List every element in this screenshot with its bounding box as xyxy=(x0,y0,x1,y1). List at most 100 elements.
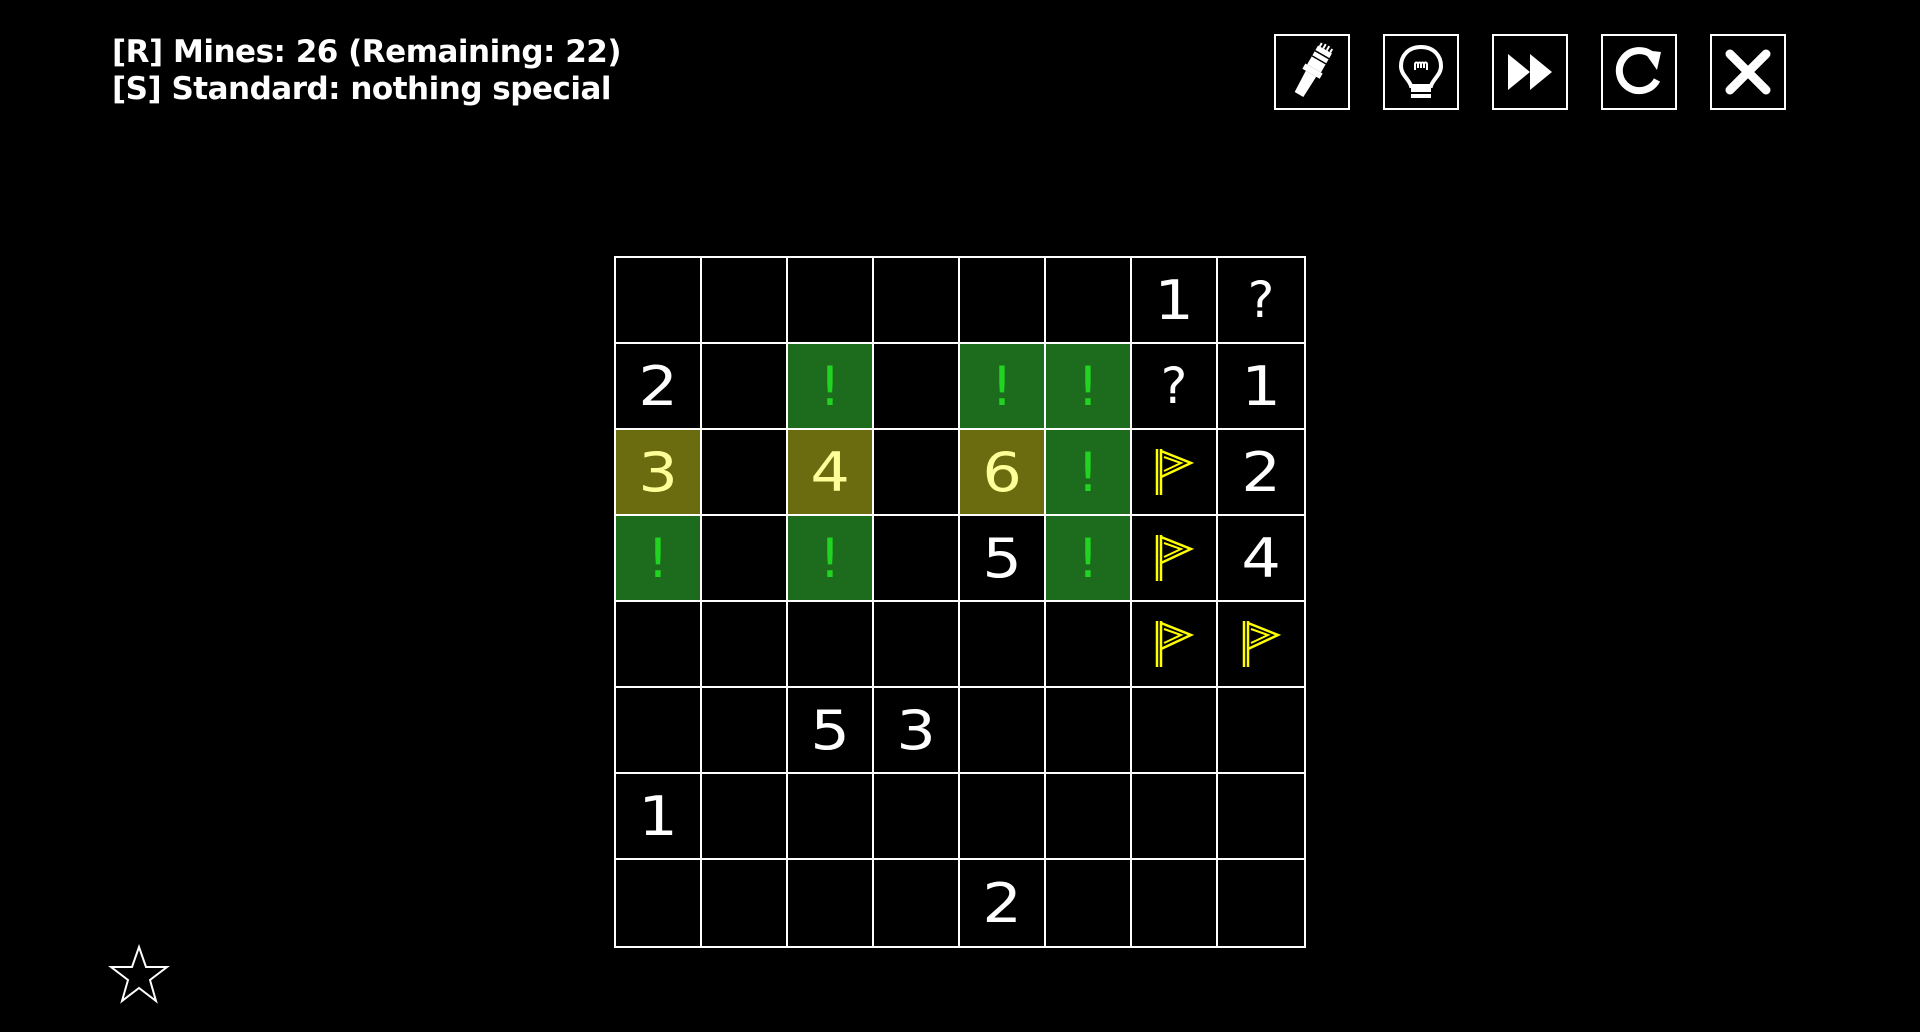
board-cell[interactable]: ! xyxy=(960,344,1046,430)
game-info: [R] Mines: 26 (Remaining: 22) [S] Standa… xyxy=(112,34,622,108)
board-cell[interactable]: 5 xyxy=(960,516,1046,602)
board-cell[interactable] xyxy=(788,602,874,688)
board-cell[interactable] xyxy=(874,602,960,688)
board-cell[interactable] xyxy=(1218,688,1304,774)
board-cell[interactable] xyxy=(1132,430,1218,516)
cell-number: 4 xyxy=(1241,526,1281,590)
fast-forward-icon xyxy=(1508,54,1552,90)
cell-mark: ! xyxy=(1077,354,1099,418)
cell-number: 1 xyxy=(638,784,678,848)
board-cell[interactable] xyxy=(874,516,960,602)
rule-description-text: [S] Standard: nothing special xyxy=(112,71,612,107)
cell-mark: ! xyxy=(819,526,841,590)
board-cell[interactable] xyxy=(702,258,788,344)
board-cell[interactable] xyxy=(1046,688,1132,774)
board-cell[interactable]: ! xyxy=(788,344,874,430)
board-cell[interactable]: ? xyxy=(1218,258,1304,344)
board-cell[interactable] xyxy=(702,344,788,430)
board-cell[interactable]: 1 xyxy=(616,774,702,860)
cell-number: 3 xyxy=(896,698,936,762)
cell-mark: ! xyxy=(1077,440,1099,504)
close-icon xyxy=(1725,49,1771,95)
board-cell[interactable] xyxy=(788,860,874,946)
board-cell[interactable] xyxy=(1218,602,1304,688)
board-cell[interactable] xyxy=(1132,602,1218,688)
board-cell[interactable]: 6 xyxy=(960,430,1046,516)
board-cell[interactable] xyxy=(960,774,1046,860)
board-cell[interactable] xyxy=(616,860,702,946)
cell-number: 2 xyxy=(982,871,1022,935)
board-cell[interactable] xyxy=(702,602,788,688)
board-cell[interactable]: 5 xyxy=(788,688,874,774)
star-icon[interactable] xyxy=(108,944,170,1004)
board-cell[interactable]: ? xyxy=(1132,344,1218,430)
cell-mark: ! xyxy=(991,354,1013,418)
cell-number: 2 xyxy=(1241,440,1281,504)
board-cell[interactable] xyxy=(874,344,960,430)
board-cell[interactable] xyxy=(702,430,788,516)
board-cell[interactable] xyxy=(788,258,874,344)
hint-button[interactable] xyxy=(1383,34,1459,110)
restart-icon xyxy=(1615,47,1661,95)
board-cell[interactable] xyxy=(1132,688,1218,774)
board-cell[interactable]: ! xyxy=(788,516,874,602)
skip-button[interactable] xyxy=(1492,34,1568,110)
flag-icon xyxy=(1155,535,1195,581)
board-cell[interactable] xyxy=(616,688,702,774)
board-cell[interactable] xyxy=(960,688,1046,774)
board-cell[interactable]: 4 xyxy=(788,430,874,516)
board-cell[interactable]: ! xyxy=(1046,430,1132,516)
board-cell[interactable] xyxy=(874,258,960,344)
board-cell[interactable]: 2 xyxy=(1218,430,1304,516)
board-cell[interactable]: 2 xyxy=(616,344,702,430)
board-cell[interactable] xyxy=(1046,602,1132,688)
board-cell[interactable] xyxy=(702,860,788,946)
restart-button[interactable] xyxy=(1601,34,1677,110)
board-cell[interactable] xyxy=(874,860,960,946)
close-button[interactable] xyxy=(1710,34,1786,110)
minesweeper-board: 1? 2!!!? 1 3 4 6! 2!! 5! 4 5 3 1 2 xyxy=(614,256,1306,948)
board-cell[interactable] xyxy=(1218,774,1304,860)
board-cell[interactable]: ! xyxy=(616,516,702,602)
brush-button[interactable] xyxy=(1274,34,1350,110)
board-cell[interactable] xyxy=(960,602,1046,688)
board-cell[interactable]: 1 xyxy=(1218,344,1304,430)
board-cell[interactable] xyxy=(960,258,1046,344)
board-cell[interactable] xyxy=(1132,774,1218,860)
flag-icon xyxy=(1242,621,1282,667)
board-cell[interactable] xyxy=(1132,860,1218,946)
cell-question-mark: ? xyxy=(1160,357,1188,415)
cell-number: 5 xyxy=(810,698,850,762)
board-cell[interactable] xyxy=(1046,258,1132,344)
cell-number: 5 xyxy=(982,526,1022,590)
cell-number: 6 xyxy=(982,440,1022,504)
flag-icon xyxy=(1155,621,1195,667)
board-cell[interactable] xyxy=(874,430,960,516)
board-cell[interactable] xyxy=(1046,860,1132,946)
board-cell[interactable]: 4 xyxy=(1218,516,1304,602)
board-cell[interactable] xyxy=(616,258,702,344)
cell-number: 2 xyxy=(638,354,678,418)
board-cell[interactable] xyxy=(702,516,788,602)
brush-icon xyxy=(1294,42,1334,98)
cell-number: 3 xyxy=(638,440,678,504)
cell-mark: ! xyxy=(819,354,841,418)
board-cell[interactable]: 2 xyxy=(960,860,1046,946)
board-cell[interactable] xyxy=(1132,516,1218,602)
cell-mark: ! xyxy=(647,526,669,590)
cell-number: 1 xyxy=(1154,268,1194,332)
cell-number: 1 xyxy=(1241,354,1281,418)
board-cell[interactable]: ! xyxy=(1046,516,1132,602)
board-cell[interactable]: ! xyxy=(1046,344,1132,430)
lightbulb-icon xyxy=(1398,44,1444,98)
board-cell[interactable] xyxy=(616,602,702,688)
board-cell[interactable]: 3 xyxy=(616,430,702,516)
board-cell[interactable] xyxy=(702,774,788,860)
board-cell[interactable]: 3 xyxy=(874,688,960,774)
board-cell[interactable] xyxy=(702,688,788,774)
board-cell[interactable] xyxy=(874,774,960,860)
board-cell[interactable]: 1 xyxy=(1132,258,1218,344)
board-cell[interactable] xyxy=(1046,774,1132,860)
board-cell[interactable] xyxy=(788,774,874,860)
board-cell[interactable] xyxy=(1218,860,1304,946)
